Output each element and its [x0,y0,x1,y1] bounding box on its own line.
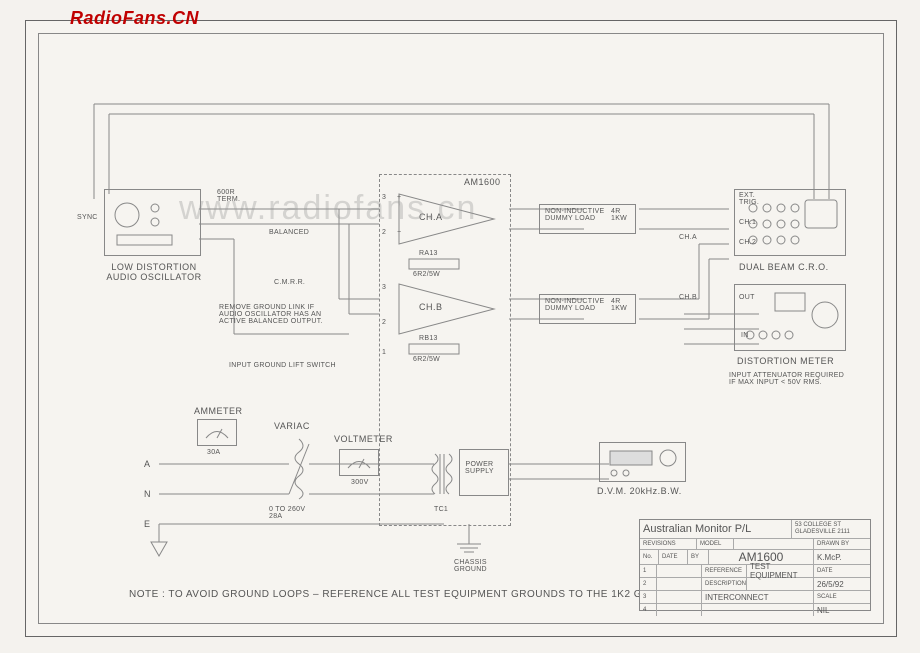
tb-date-h: DATE [814,565,870,577]
load-b-val: 4R 1KW [611,298,627,312]
cmrr-label: C.M.R.R. [274,279,305,286]
ext-trig-label: EXT. TRIG. [739,192,759,206]
tb-scale-h: SCALE [814,591,870,603]
amp-chb [389,279,509,339]
amp-cha [389,189,509,249]
voltmeter-label: VOLTMETER [334,434,393,444]
tb-address: 53 COLLEGE ST GLADESVILLE 2111 [792,520,870,538]
sync-label: SYNC [77,214,98,221]
ammeter-block [197,419,237,446]
att-note: INPUT ATTENUATOR REQUIRED IF MAX INPUT <… [729,372,844,386]
title-block: Australian Monitor P/L 53 COLLEGE ST GLA… [639,519,871,611]
pin-na: − [397,229,401,236]
terminal-e: E [144,519,151,529]
volt-val: 300V [351,479,369,486]
tb-rev-h: REVISIONS [640,539,697,549]
watermark-red: RadioFans.CN [70,8,199,29]
tb-desc: INTERCONNECT [702,591,814,603]
cha-label: CH.A [419,212,443,222]
load-a-val: 4R 1KW [611,208,627,222]
pin-2a: 2 [382,229,386,236]
chb-out-label: CH.B [679,294,697,301]
tb-rc-by: BY [688,550,709,564]
drawing-frame: www.radiofans.cn [38,33,884,624]
pin-1b: 1 [382,349,386,356]
balanced-label: BALANCED [269,229,309,236]
tb-desc-h: DESCRIPTION [702,578,747,590]
in-label: IN [741,332,749,339]
rb13-val: 6R2/5W [413,356,440,363]
cro-label: DUAL BEAM C.R.O. [739,262,829,272]
drawing-sheet: www.radiofans.cn [25,20,897,637]
rb13-label: RB13 [419,335,438,342]
amp-label: AM1600 [464,177,501,187]
pin-pa: + [397,194,401,201]
ra13-val: 6R2/5W [413,271,440,278]
lift-label: INPUT GROUND LIFT SWITCH [229,362,336,369]
variac-symbol [287,434,312,504]
tb-company: Australian Monitor P/L [640,520,792,538]
ch1-label: CH.1 [739,219,756,226]
pin-2b: 2 [382,319,386,326]
tb-scale: NIL [814,604,870,616]
distortion-label: DISTORTION METER [737,356,834,366]
amm-val: 30A [207,449,220,456]
tc1-label: TC1 [434,506,448,513]
oscillator-label: LOW DISTORTION AUDIO OSCILLATOR [99,262,209,282]
term-label: 600R TERM. [217,189,240,203]
pin-3a: 3 [382,194,386,201]
cha-out-label: CH.A [679,234,697,241]
tb-date: 26/5/92 [814,578,870,590]
tb-ref-h: REFERENCE [702,565,747,577]
oscillator-block [104,189,201,256]
transformer-symbol [427,449,457,504]
ra13-label: RA13 [419,250,438,257]
out-label: OUT [739,294,755,301]
tb-drawn-h: DRAWN BY [814,539,870,549]
var-val: 0 TO 260V 28A [269,506,305,520]
bottom-note: NOTE : TO AVOID GROUND LOOPS – REFERENCE… [129,589,685,600]
variac-label: VARIAC [274,421,310,431]
switch-note: REMOVE GROUND LINK IF AUDIO OSCILLATOR H… [219,304,323,325]
tb-model-h: MODEL [697,539,734,549]
terminal-a: A [144,459,151,469]
tb-ref: TEST EQUIPMENT [747,565,814,577]
ammeter-label: AMMETER [194,406,243,416]
load-b-label: NON-INDUCTIVE DUMMY LOAD [545,298,605,312]
voltmeter-block [339,449,379,476]
chassis-label: CHASSIS GROUND [454,559,487,573]
chb-label: CH.B [419,302,443,312]
pin-3b: 3 [382,284,386,291]
tb-rc-no: No. [640,550,659,564]
terminal-n: N [144,489,151,499]
tb-rc-date: DATE [659,550,688,564]
dvm-block [599,442,686,482]
load-a-label: NON-INDUCTIVE DUMMY LOAD [545,208,605,222]
tb-drawn: K.McP. [814,550,870,564]
psu-label: POWER SUPPLY [465,461,494,475]
dvm-label: D.V.M. 20kHz.B.W. [597,486,682,496]
ch2-label: CH.2 [739,239,756,246]
